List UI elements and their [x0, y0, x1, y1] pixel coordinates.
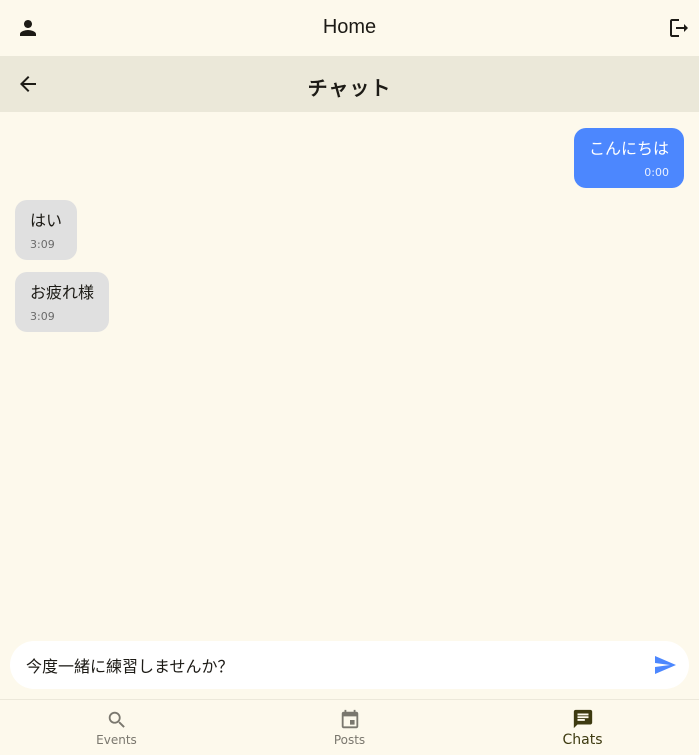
nav-label: Posts: [333, 733, 366, 747]
calendar-icon: [341, 709, 358, 729]
message-time: 0:00: [644, 166, 669, 179]
send-icon: [655, 656, 676, 674]
message-composer: [10, 641, 689, 689]
message-text: お疲れ様: [30, 283, 95, 302]
search-icon: [108, 711, 125, 728]
app-root: Home チャット こんにちは 0:00 はい 3:09 お疲れ様 3:09 今…: [0, 0, 699, 755]
nav-label: Chats: [562, 732, 603, 748]
message-list: こんにちは 0:00 はい 3:09 お疲れ様 3:09: [0, 112, 699, 640]
chat-title: チャット: [307, 76, 392, 100]
message-time: 3:09: [30, 238, 55, 251]
nav-item-chats[interactable]: Chats: [466, 700, 699, 755]
logout-button[interactable]: [659, 8, 699, 48]
message-text: こんにちは: [588, 139, 669, 158]
nav-item-posts[interactable]: Posts: [233, 700, 466, 755]
message-text: はい: [30, 211, 63, 230]
message-bubble-received: はい 3:09: [15, 200, 78, 260]
send-button[interactable]: [645, 645, 685, 685]
message-input[interactable]: [26, 641, 636, 689]
chat-header: チャット: [0, 56, 699, 112]
bottom-navigation: Events Posts Chats: [0, 699, 699, 755]
nav-item-events[interactable]: Events: [0, 700, 233, 755]
chat-icon: [573, 709, 592, 729]
message-bubble-received: お疲れ様 3:09: [15, 272, 110, 332]
top-app-bar: Home: [0, 0, 699, 56]
message-time: 3:09: [30, 310, 55, 323]
message-bubble-sent: こんにちは 0:00: [573, 128, 684, 188]
nav-label: Events: [96, 733, 137, 747]
app-title: Home: [322, 16, 377, 38]
logout-icon: [670, 19, 688, 37]
